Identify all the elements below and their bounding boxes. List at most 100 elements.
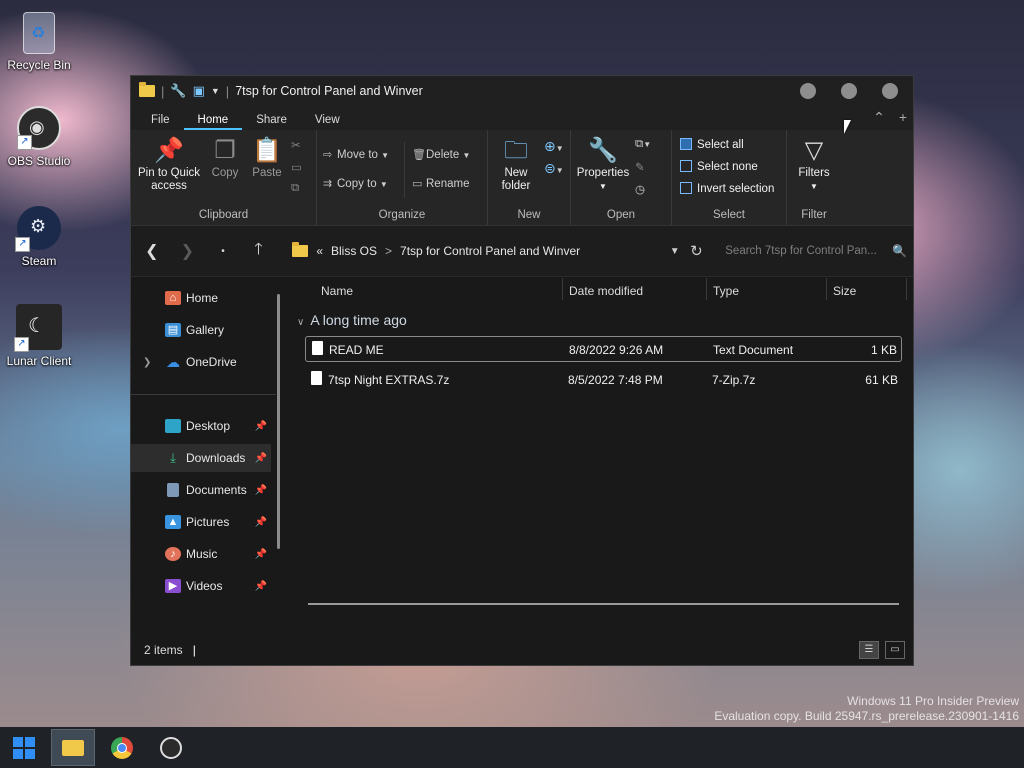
taskbar-chrome[interactable] [100, 729, 144, 766]
new-folder-button[interactable]: 🗀 New folder [494, 138, 538, 193]
close-button[interactable] [882, 83, 898, 99]
table-row[interactable]: 7tsp Night EXTRAS.7z 8/5/2022 7:48 PM 7-… [305, 367, 902, 393]
home-icon: ⌂ [165, 291, 181, 305]
forward-button[interactable]: ❯ [170, 241, 206, 261]
taskbar-file-explorer[interactable] [51, 729, 95, 766]
column-divider[interactable] [706, 278, 707, 300]
column-divider[interactable] [826, 278, 827, 300]
desktop-icon-lunar-client[interactable]: ☾ ↗ Lunar Client [4, 304, 74, 368]
properties-quick-icon[interactable]: 🔧 [170, 83, 186, 99]
pin-icon[interactable]: 📌 [255, 517, 267, 528]
open-icon[interactable]: ⧉▼ [635, 138, 651, 151]
copy-path-icon[interactable]: ▭ [291, 160, 302, 174]
breadcrumb-current[interactable]: 7tsp for Control Panel and Winver [400, 244, 580, 258]
copy-to-icon: ⇉ [323, 178, 333, 190]
start-button[interactable] [2, 729, 46, 766]
copy-to-button[interactable]: ⇉ Copy to ▼ [323, 177, 388, 190]
add-tab-icon[interactable]: + [899, 109, 907, 126]
back-button[interactable]: ❮ [134, 241, 170, 261]
nav-item-desktop[interactable]: Desktop 📌 [131, 412, 271, 440]
delete-button[interactable]: 🗑Delete ▼ [412, 148, 470, 161]
history-icon[interactable]: ◷ [635, 182, 645, 196]
column-divider[interactable] [562, 278, 563, 300]
obs-studio-icon: ◉ ↗ [17, 106, 61, 150]
nav-item-gallery[interactable]: ▤ Gallery [131, 316, 271, 344]
collapse-ribbon-icon[interactable]: ⌃ [873, 109, 885, 126]
copy-to-label: Copy to [337, 178, 377, 190]
maximize-button[interactable] [841, 83, 857, 99]
large-icons-view-button[interactable]: ▭ [885, 641, 905, 659]
pin-icon[interactable]: 📌 [255, 453, 267, 464]
text-document-icon [312, 341, 323, 355]
horizontal-scrollbar[interactable] [308, 603, 899, 605]
tab-home[interactable]: Home [183, 114, 243, 130]
pin-icon[interactable]: 📌 [255, 485, 267, 496]
properties-button[interactable]: 🔧 Properties ▼ [575, 138, 631, 193]
column-header-type[interactable]: Type [713, 278, 739, 304]
cut-icon[interactable]: ✂ [291, 138, 301, 152]
nav-item-onedrive[interactable]: ❯ ☁ OneDrive [131, 348, 271, 376]
details-view-button[interactable]: ☰ [859, 641, 879, 659]
search-box[interactable]: Search 7tsp for Control Pan... 🔍 [717, 238, 913, 264]
chevron-down-icon[interactable]: ▼ [670, 246, 680, 257]
nav-item-videos[interactable]: ▶ Videos 📌 [131, 572, 271, 600]
group-label: A long time ago [310, 312, 407, 328]
minimize-button[interactable] [800, 83, 816, 99]
pin-icon[interactable]: 📌 [255, 421, 267, 432]
ribbon-group-new: 🗀 New folder ⊕▼ ⊜▼ New [488, 130, 571, 225]
column-header-size[interactable]: Size [833, 278, 856, 304]
address-bar[interactable]: « Bliss OS > 7tsp for Control Panel and … [292, 238, 680, 264]
rename-button[interactable]: ▭ Rename [412, 177, 469, 190]
select-none-button[interactable]: Select none [680, 160, 758, 173]
table-row[interactable]: READ ME 8/8/2022 9:26 AM Text Document 1… [305, 336, 902, 362]
paste-button[interactable]: 📋 Paste [247, 138, 287, 180]
chrome-icon [111, 736, 133, 759]
tab-view[interactable]: View [301, 114, 354, 130]
column-header-name[interactable]: Name [321, 278, 353, 304]
tab-file[interactable]: File [137, 114, 184, 130]
chevron-down-icon[interactable]: ▼ [211, 86, 220, 96]
edit-icon[interactable]: ✎ [635, 160, 645, 174]
desktop-icon-recycle-bin[interactable]: ♻ Recycle Bin [4, 12, 74, 72]
column-divider[interactable] [906, 278, 907, 300]
select-none-icon [680, 160, 692, 172]
item-count: 2 items [144, 643, 183, 657]
pin-icon[interactable]: 📌 [255, 549, 267, 560]
gallery-icon: ▤ [165, 323, 181, 337]
collapse-chevron-icon[interactable]: ∨ [297, 317, 304, 328]
breadcrumb-bliss-os[interactable]: Bliss OS [331, 244, 377, 258]
new-item-icon[interactable]: ⊕▼ [544, 138, 564, 155]
up-button[interactable]: 🡑 [241, 238, 277, 265]
desktop-icon-steam[interactable]: ⚙ ↗ Steam [4, 206, 74, 268]
nav-item-downloads[interactable]: ⤓ Downloads 📌 [131, 444, 271, 472]
ribbon-group-clipboard: 📌 Pin to Quick access ❐ Copy 📋 Paste ✂ ▭… [131, 130, 317, 225]
copy-button[interactable]: ❐ Copy [205, 138, 245, 180]
new-folder-quick-icon[interactable]: ▣ [193, 83, 205, 99]
funnel-icon: ▽ [804, 137, 824, 164]
invert-selection-button[interactable]: Invert selection [680, 182, 774, 195]
column-header-date[interactable]: Date modified [569, 278, 643, 304]
select-all-button[interactable]: Select all [680, 138, 744, 151]
pin-icon[interactable]: 📌 [255, 581, 267, 592]
group-header[interactable]: ∨ A long time ago [297, 312, 407, 328]
expand-chevron-icon[interactable]: ❯ [143, 357, 151, 368]
filters-button[interactable]: ▽ Filters ▼ [789, 138, 839, 193]
nav-item-documents[interactable]: Documents 📌 [131, 476, 271, 504]
breadcrumb-overflow[interactable]: « [316, 244, 323, 258]
easy-access-icon[interactable]: ⊜▼ [544, 160, 564, 177]
tab-share[interactable]: Share [242, 114, 301, 130]
invert-selection-label: Invert selection [697, 183, 775, 195]
title-bar[interactable]: | 🔧 ▣ ▼ | 7tsp for Control Panel and Win… [131, 76, 913, 106]
refresh-icon[interactable]: ↻ [680, 242, 714, 260]
select-all-icon [680, 138, 692, 150]
nav-item-pictures[interactable]: ▲ Pictures 📌 [131, 508, 271, 536]
nav-item-music[interactable]: ♪ Music 📌 [131, 540, 271, 568]
move-to-button[interactable]: ⇨ Move to ▼ [323, 148, 389, 161]
desktop-icon-obs-studio[interactable]: ◉ ↗ OBS Studio [4, 106, 74, 168]
recent-locations-button[interactable]: • [205, 246, 241, 257]
pin-to-quick-access-button[interactable]: 📌 Pin to Quick access [137, 138, 201, 193]
nav-item-home[interactable]: ⌂ Home [131, 284, 271, 312]
taskbar-obs-studio[interactable] [149, 729, 193, 766]
paste-shortcut-icon[interactable]: ⧉ [291, 182, 299, 195]
nav-scrollbar[interactable] [277, 294, 280, 549]
